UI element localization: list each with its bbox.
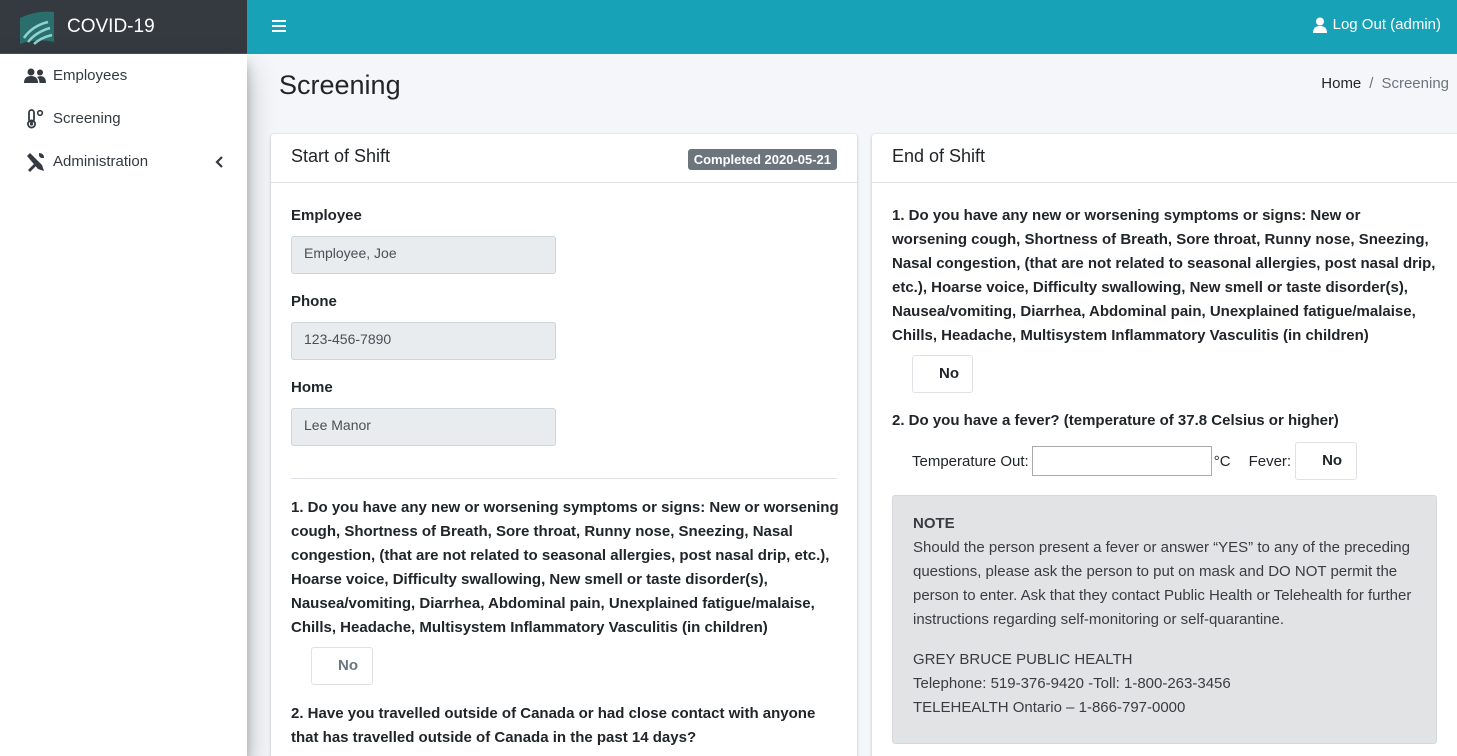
tools-icon: [24, 152, 46, 172]
symptoms-answer-toggle[interactable]: No: [912, 355, 973, 393]
temperature-label: Temperature Out:: [912, 452, 1029, 470]
app-title: COVID-19: [67, 15, 155, 37]
phone-label: Phone: [291, 293, 337, 310]
home-field[interactable]: Lee Manor: [291, 408, 556, 446]
sidebar-item-employees[interactable]: Employees: [0, 54, 247, 97]
travel-question: 2. Have you travelled outside of Canada …: [291, 705, 816, 746]
contact-line: Telephone: 519-376-9420 -Toll: 1-800-263…: [913, 675, 1231, 692]
fever-label: Fever:: [1248, 452, 1292, 470]
home-label: Home: [291, 379, 333, 396]
note-title: NOTE: [913, 515, 955, 532]
breadcrumb-separator: /: [1369, 75, 1374, 92]
logout-label: Log Out (admin): [1332, 16, 1441, 33]
thermometer-icon: [24, 108, 46, 129]
end-of-shift-card: End of Shift 1. Do you have any new or w…: [872, 134, 1457, 756]
chevron-left-icon: [215, 155, 223, 172]
sidebar-item-administration[interactable]: Administration: [0, 140, 247, 183]
contact-line: TELEHEALTH Ontario – 1-866-797-0000: [913, 699, 1186, 716]
employee-field[interactable]: Employee, Joe: [291, 236, 556, 274]
sidebar-item-screening[interactable]: Screening: [0, 97, 247, 140]
brand[interactable]: COVID-19: [0, 0, 247, 54]
sidebar-item-label: Screening: [53, 110, 121, 127]
temperature-unit: °C: [1213, 452, 1231, 470]
status-badge: Completed 2020-05-21: [687, 149, 837, 170]
employee-label: Employee: [291, 207, 362, 224]
card-title: End of Shift: [892, 146, 986, 166]
contact-line: GREY BRUCE PUBLIC HEALTH: [913, 651, 1133, 668]
card-header: Start of Shift Completed 2020-05-21: [271, 134, 857, 183]
sidebar: Employees Screening Administration: [0, 54, 247, 756]
breadcrumb-home[interactable]: Home: [1321, 75, 1361, 92]
breadcrumb: Home / Screening: [1321, 75, 1449, 92]
user-icon: [1312, 17, 1327, 33]
symptoms-question: 1. Do you have any new or worsening symp…: [892, 207, 1436, 344]
sidebar-item-label: Employees: [53, 67, 128, 84]
start-of-shift-card: Start of Shift Completed 2020-05-21 Empl…: [271, 134, 857, 756]
covid-logo-icon: [20, 11, 54, 45]
menu-toggle-icon[interactable]: [271, 18, 287, 39]
breadcrumb-current: Screening: [1381, 75, 1449, 92]
symptoms-question: 1. Do you have any new or worsening symp…: [291, 499, 839, 636]
temperature-input[interactable]: [1031, 446, 1212, 476]
card-title: Start of Shift: [291, 146, 391, 166]
divider: [291, 478, 837, 479]
page-title: Screening: [279, 70, 401, 100]
symptoms-answer-toggle[interactable]: No: [311, 647, 373, 685]
temperature-row: Temperature Out: °C Fever: No: [912, 442, 1358, 480]
sidebar-item-label: Administration: [53, 153, 149, 170]
fever-question: 2. Do you have a fever? (temperature of …: [892, 412, 1339, 429]
note-callout: NOTE Should the person present a fever o…: [892, 495, 1437, 744]
users-icon: [24, 66, 46, 86]
card-header: End of Shift: [872, 134, 1457, 183]
note-body: Should the person present a fever or ans…: [913, 539, 1412, 628]
phone-field[interactable]: 123-456-7890: [291, 322, 556, 360]
logout-link[interactable]: Log Out (admin): [1312, 16, 1441, 33]
fever-answer-toggle[interactable]: No: [1295, 442, 1358, 480]
top-navbar: Log Out (admin): [247, 0, 1457, 54]
